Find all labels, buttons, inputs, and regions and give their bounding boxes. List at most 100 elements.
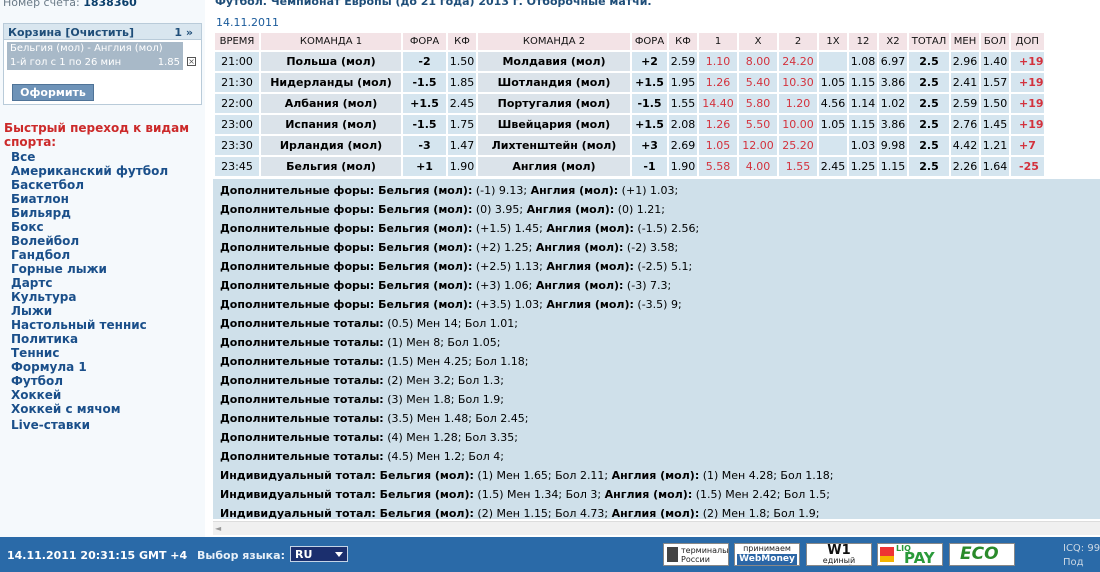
market-odds[interactable]: (+2.5) 1.13; — [472, 260, 546, 273]
odds-cell[interactable]: 24.20 — [779, 52, 817, 73]
remove-item-icon[interactable]: × — [187, 57, 196, 66]
odds-cell[interactable]: 8.00 — [739, 52, 777, 73]
odds-cell[interactable]: 6.97 — [879, 52, 907, 73]
more-markets-link[interactable]: +19 — [1011, 115, 1044, 136]
more-markets-link[interactable]: +19 — [1011, 94, 1044, 115]
cart-count[interactable]: 1 » — [174, 26, 193, 39]
odds-cell[interactable]: 1.21 — [981, 136, 1009, 157]
cart-title[interactable]: Корзина [Очистить] — [8, 26, 134, 39]
odds-cell[interactable]: 4.42 — [951, 136, 979, 157]
sport-link[interactable]: Баскетбол — [11, 178, 168, 192]
market-odds[interactable]: (-1) 9.13; — [472, 184, 530, 197]
language-select[interactable]: RU — [290, 546, 348, 562]
market-odds[interactable]: (-1.5) 2.56; — [634, 222, 699, 235]
odds-cell[interactable]: 1.40 — [981, 52, 1009, 73]
odds-cell[interactable]: 10.30 — [779, 73, 817, 94]
odds-cell[interactable]: 1.15 — [879, 157, 907, 178]
odds-cell[interactable]: 2.69 — [669, 136, 697, 157]
odds-cell[interactable]: 1.47 — [448, 136, 476, 157]
market-odds[interactable]: (-3.5) 9; — [634, 298, 681, 311]
odds-cell[interactable]: 25.20 — [779, 136, 817, 157]
odds-cell[interactable]: 1.95 — [669, 73, 697, 94]
sport-link[interactable]: Горные лыжи — [11, 262, 168, 276]
sport-link[interactable]: Лыжи — [11, 304, 168, 318]
sport-link[interactable]: Гандбол — [11, 248, 168, 262]
odds-cell[interactable]: 1.08 — [849, 52, 877, 73]
market-odds[interactable]: (+3.5) 1.03; — [472, 298, 546, 311]
odds-cell[interactable]: 5.40 — [739, 73, 777, 94]
odds-cell[interactable]: 2.59 — [669, 52, 697, 73]
odds-cell[interactable]: 1.26 — [699, 73, 737, 94]
odds-cell[interactable]: 1.90 — [448, 157, 476, 178]
odds-cell[interactable]: 2.76 — [951, 115, 979, 136]
market-odds[interactable]: (4) Мен 1.28; Бол 3.35; — [384, 431, 518, 444]
odds-cell[interactable]: 2.45 — [819, 157, 847, 178]
market-odds[interactable]: (2) Мен 3.2; Бол 1.3; — [384, 374, 504, 387]
market-odds[interactable]: (-2.5) 5.1; — [634, 260, 692, 273]
sport-link[interactable]: Волейбол — [11, 234, 168, 248]
sport-link[interactable]: Хоккей с мячом — [11, 402, 168, 416]
sport-link[interactable]: Дартс — [11, 276, 168, 290]
odds-cell[interactable]: 2.59 — [951, 94, 979, 115]
market-odds[interactable]: (+1.5) 1.45; — [472, 222, 546, 235]
odds-cell[interactable]: 1.64 — [981, 157, 1009, 178]
odds-cell[interactable]: 1.75 — [448, 115, 476, 136]
market-odds[interactable]: (4.5) Мен 1.2; Бол 4; — [384, 450, 504, 463]
odds-cell[interactable]: 1.15 — [849, 115, 877, 136]
odds-cell[interactable]: 3.86 — [879, 73, 907, 94]
market-odds[interactable]: (2) Мен 1.15; Бол 4.73; — [474, 507, 612, 519]
odds-cell[interactable]: 2.45 — [448, 94, 476, 115]
odds-cell[interactable]: 4.00 — [739, 157, 777, 178]
odds-cell[interactable]: 1.20 — [779, 94, 817, 115]
odds-cell[interactable]: 1.25 — [849, 157, 877, 178]
odds-cell[interactable]: 2.96 — [951, 52, 979, 73]
odds-cell[interactable]: 1.15 — [849, 73, 877, 94]
odds-cell[interactable]: 4.56 — [819, 94, 847, 115]
more-markets-link[interactable]: +19 — [1011, 52, 1044, 73]
odds-cell[interactable]: 2.41 — [951, 73, 979, 94]
odds-cell[interactable]: 9.98 — [879, 136, 907, 157]
odds-cell[interactable]: 5.50 — [739, 115, 777, 136]
odds-cell[interactable]: 1.55 — [779, 157, 817, 178]
more-markets-link[interactable]: +7 — [1011, 136, 1044, 157]
market-odds[interactable]: (1.5) Мен 2.42; Бол 1.5; — [692, 488, 830, 501]
market-odds[interactable]: (+3) 1.06; — [472, 279, 536, 292]
odds-cell[interactable]: 1.90 — [669, 157, 697, 178]
sport-link[interactable]: Формула 1 — [11, 360, 168, 374]
odds-cell[interactable]: 1.50 — [448, 52, 476, 73]
market-odds[interactable]: (1.5) Мен 1.34; Бол 3; — [474, 488, 605, 501]
market-odds[interactable]: (2) Мен 1.8; Бол 1.9; — [699, 507, 820, 519]
odds-cell[interactable]: 1.05 — [819, 115, 847, 136]
sport-link[interactable]: Биатлон — [11, 192, 168, 206]
odds-cell[interactable]: 1.03 — [849, 136, 877, 157]
order-button[interactable]: Оформить — [12, 84, 94, 101]
odds-cell[interactable]: 1.10 — [699, 52, 737, 73]
market-odds[interactable]: (1.5) Мен 4.25; Бол 1.18; — [384, 355, 528, 368]
market-odds[interactable]: (0) 1.21; — [614, 203, 665, 216]
scroll-left-icon[interactable]: ◄ — [215, 524, 221, 533]
odds-cell[interactable]: 2.26 — [951, 157, 979, 178]
payment-logo-eco[interactable]: ECO — [949, 543, 1015, 566]
odds-cell[interactable]: 1.05 — [699, 136, 737, 157]
sport-link[interactable]: Политика — [11, 332, 168, 346]
market-odds[interactable]: (1) Мен 8; Бол 1.05; — [384, 336, 500, 349]
market-odds[interactable]: (-2) 3.58; — [623, 241, 678, 254]
sport-link[interactable]: Американский футбол — [11, 164, 168, 178]
odds-cell[interactable]: 10.00 — [779, 115, 817, 136]
odds-cell[interactable]: 5.58 — [699, 157, 737, 178]
sport-link[interactable]: Футбол — [11, 374, 168, 388]
odds-cell[interactable]: 1.14 — [849, 94, 877, 115]
market-odds[interactable]: (3) Мен 1.8; Бол 1.9; — [384, 393, 504, 406]
odds-cell[interactable]: 5.80 — [739, 94, 777, 115]
odds-cell[interactable]: 2.08 — [669, 115, 697, 136]
more-markets-link[interactable]: -25 — [1011, 157, 1044, 178]
market-odds[interactable]: (0.5) Мен 14; Бол 1.01; — [384, 317, 518, 330]
market-odds[interactable]: (-3) 7.3; — [623, 279, 671, 292]
payment-logo-terminals[interactable]: терминалы России — [663, 543, 729, 566]
sport-link[interactable]: Бильярд — [11, 206, 168, 220]
sport-link[interactable]: Настольный теннис — [11, 318, 168, 332]
odds-cell[interactable]: 1.50 — [981, 94, 1009, 115]
odds-cell[interactable]: 1.05 — [819, 73, 847, 94]
sport-link[interactable]: Теннис — [11, 346, 168, 360]
sport-link[interactable]: Live-ставки — [11, 418, 168, 432]
